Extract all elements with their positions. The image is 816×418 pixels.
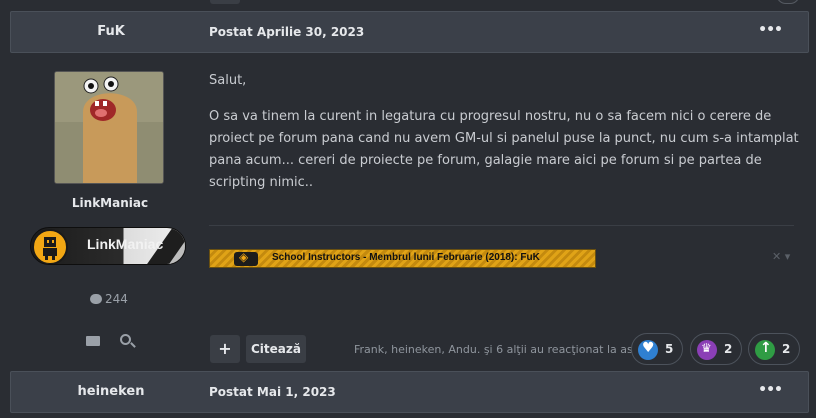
envelope-icon[interactable] bbox=[86, 336, 100, 346]
previous-post-strip bbox=[0, 0, 816, 10]
rank-label: LinkManiac bbox=[87, 236, 164, 252]
reaction-heart[interactable]: 5 bbox=[631, 333, 683, 365]
award-text: School Instructors - Membrul lunii Febru… bbox=[272, 252, 540, 263]
previous-post-button-fragment[interactable] bbox=[210, 0, 240, 4]
post-body: O sa va tinem la curent in legatura cu p… bbox=[209, 109, 799, 190]
quote-button[interactable]: Citează bbox=[246, 335, 306, 363]
multiquote-button[interactable]: + bbox=[210, 335, 240, 363]
post-header: FuK Postat Aprilie 30, 2023 ••• bbox=[10, 11, 809, 53]
post-count: 244 bbox=[90, 292, 128, 306]
user-name[interactable]: LinkManiac bbox=[30, 196, 190, 210]
post-greeting: Salut, bbox=[209, 73, 247, 88]
post-date[interactable]: Postat Aprilie 30, 2023 bbox=[209, 12, 364, 52]
comment-icon bbox=[90, 294, 102, 304]
reaction-trophy[interactable]: 2 bbox=[690, 333, 742, 365]
arrow-up-icon bbox=[755, 340, 775, 360]
post-content: Salut, O sa va tinem la curent in legatu… bbox=[209, 70, 799, 208]
post-count-value: 244 bbox=[105, 292, 128, 306]
avatar-image bbox=[55, 72, 163, 183]
award-icon bbox=[234, 250, 258, 266]
heart-icon bbox=[638, 340, 658, 360]
reaction-arrow-up[interactable]: 2 bbox=[748, 333, 800, 365]
post-author-name[interactable]: heineken bbox=[11, 372, 211, 412]
author-tools bbox=[86, 334, 136, 350]
reaction-count: 2 bbox=[782, 342, 791, 356]
search-icon[interactable] bbox=[120, 334, 131, 345]
post-header: heineken Postat Mai 1, 2023 ••• bbox=[10, 371, 809, 413]
trophy-icon bbox=[697, 340, 717, 360]
signature-hide-icon[interactable]: ✕ ▾ bbox=[772, 250, 790, 263]
signature-divider bbox=[209, 225, 794, 226]
reaction-count: 5 bbox=[665, 342, 674, 356]
rank-icon bbox=[32, 229, 68, 264]
avatar[interactable] bbox=[54, 71, 164, 184]
award-banner: School Instructors - Membrul lunii Febru… bbox=[209, 249, 596, 268]
post-options-menu[interactable]: ••• bbox=[758, 372, 783, 412]
previous-reaction-fragment[interactable] bbox=[776, 0, 800, 4]
post-author-name[interactable]: FuK bbox=[11, 12, 211, 52]
reactions-summary[interactable]: Frank, heineken, Andu. şi 6 alţii au rea… bbox=[354, 343, 644, 356]
post-date[interactable]: Postat Mai 1, 2023 bbox=[209, 372, 336, 412]
post-options-menu[interactable]: ••• bbox=[758, 12, 783, 52]
reaction-count: 2 bbox=[724, 342, 733, 356]
rank-badge: LinkManiac bbox=[30, 227, 186, 265]
